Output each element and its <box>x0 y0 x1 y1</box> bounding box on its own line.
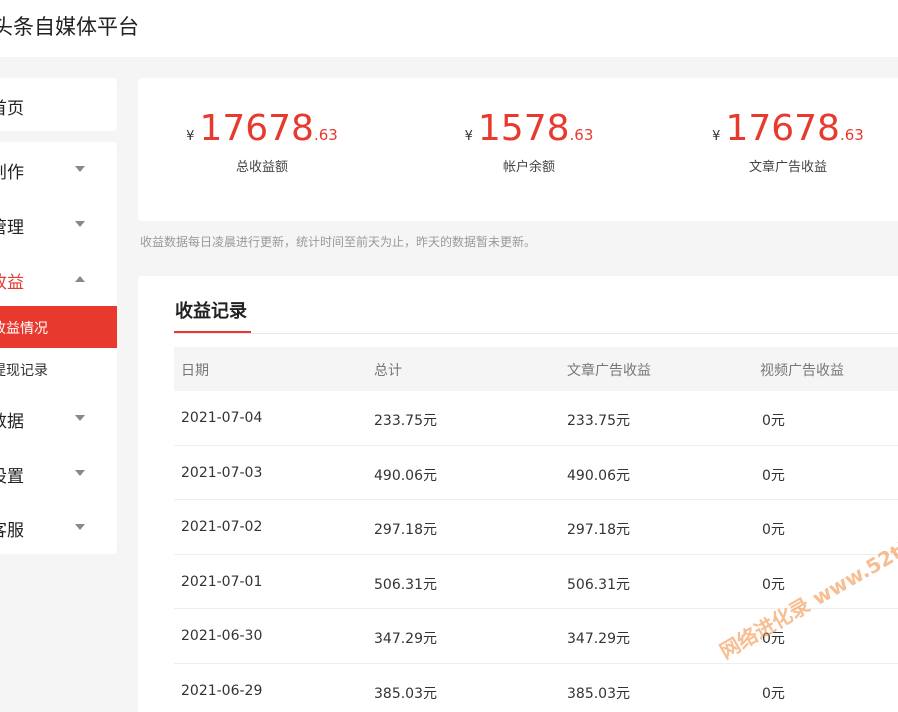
stat-label: 帐户余额 <box>502 160 555 175</box>
stat-amount-decimal: .63 <box>313 126 338 144</box>
earnings-records-card: 收益记录 日期 总计 文章广告收益 视频广告收益 2021-07-04 233.… <box>138 276 898 712</box>
cell-article-ad: 233.75元 <box>567 413 630 429</box>
currency-symbol: ¥ <box>464 129 473 144</box>
cell-article-ad: 385.03元 <box>567 685 630 702</box>
cell-date: 2021-07-03 <box>181 464 263 481</box>
sidebar-subitem-label: 提现记录 <box>0 363 48 379</box>
cell-date: 2021-06-30 <box>181 628 263 645</box>
stat-amount: ¥17678.63 <box>172 108 352 150</box>
cell-article-ad: 490.06元 <box>567 467 630 484</box>
sidebar-item-settings[interactable]: 设置 <box>0 446 117 500</box>
column-header-date: 日期 <box>181 363 209 379</box>
table-body: 2021-07-04 233.75元 233.75元 0元 2021-07-03… <box>174 391 898 712</box>
sidebar-subitem-withdrawals[interactable]: 提现记录 <box>0 348 117 390</box>
cell-total: 385.03元 <box>374 685 437 702</box>
cell-total: 506.31元 <box>374 576 437 593</box>
cell-total: 347.29元 <box>374 631 437 648</box>
stat-label: 文章广告收益 <box>748 160 827 175</box>
app-title: 头条自媒体平台 <box>0 15 139 39</box>
chevron-down-icon <box>75 524 85 530</box>
column-header-article-ad: 文章广告收益 <box>567 363 651 379</box>
sidebar-item-earnings[interactable]: 收益 <box>0 252 117 306</box>
sidebar-item-label: 数据 <box>0 412 24 432</box>
cell-article-ad: 347.29元 <box>567 631 630 648</box>
sidebar-subitem-label: 收益情况 <box>0 321 48 337</box>
chevron-down-icon <box>75 470 85 476</box>
sidebar-item-data[interactable]: 数据 <box>0 391 117 445</box>
sidebar-item-label: 设置 <box>0 467 24 487</box>
sidebar-item-manage[interactable]: 管理 <box>0 197 117 251</box>
column-header-total: 总计 <box>374 363 402 379</box>
cell-date: 2021-07-04 <box>181 410 263 426</box>
sidebar-item-home[interactable]: 首页 <box>0 78 117 131</box>
table-row: 2021-07-02 297.18元 297.18元 0元 <box>174 500 898 555</box>
chevron-down-icon <box>75 415 85 421</box>
title-underline <box>174 331 251 333</box>
table-row: 2021-07-04 233.75元 233.75元 0元 <box>174 391 898 446</box>
sidebar-item-label: 创作 <box>0 163 24 183</box>
chevron-down-icon <box>75 166 85 172</box>
earnings-summary-card: ¥17678.63 总收益额 ¥1578.63 帐户余额 ¥17678.63 文… <box>138 78 898 221</box>
stat-amount-decimal: .63 <box>569 126 594 144</box>
cell-video-ad: 0元 <box>762 522 785 539</box>
stat-label: 总收益额 <box>235 160 288 175</box>
cell-article-ad: 297.18元 <box>567 522 630 539</box>
update-notice: 收益数据每日凌晨进行更新，统计时间至前天为止，昨天的数据暂未更新。 <box>140 235 537 249</box>
top-bar: 头条自媒体平台 <box>0 0 898 57</box>
sidebar-item-create[interactable]: 创作 <box>0 142 117 196</box>
stat-total-earnings: ¥17678.63 总收益额 <box>172 108 352 175</box>
sidebar-nav: 创作 管理 收益 收益情况 提现记录 数据 设置 客服 <box>0 142 117 554</box>
cell-date: 2021-07-01 <box>181 573 263 590</box>
cell-total: 233.75元 <box>374 413 437 429</box>
sidebar-item-label: 客服 <box>0 521 24 541</box>
sidebar-item-home-label: 首页 <box>0 99 24 119</box>
currency-symbol: ¥ <box>186 129 195 144</box>
cell-article-ad: 506.31元 <box>567 576 630 593</box>
cell-video-ad: 0元 <box>762 576 785 593</box>
sidebar-item-label: 管理 <box>0 218 24 238</box>
table-row: 2021-06-29 385.03元 385.03元 0元 <box>174 664 898 712</box>
stat-amount-decimal: .63 <box>839 126 864 144</box>
table-row: 2021-07-03 490.06元 490.06元 0元 <box>174 446 898 501</box>
cell-total: 297.18元 <box>374 522 437 539</box>
stat-article-ad-earnings: ¥17678.63 文章广告收益 <box>698 108 878 175</box>
stat-amount-integer: 17678 <box>725 108 840 149</box>
stat-amount: ¥1578.63 <box>439 108 619 150</box>
sidebar-subitem-earnings-overview[interactable]: 收益情况 <box>0 306 117 348</box>
chevron-up-icon <box>75 276 85 282</box>
cell-date: 2021-06-29 <box>181 682 263 699</box>
chevron-down-icon <box>75 221 85 227</box>
sidebar-item-label: 收益 <box>0 273 24 293</box>
cell-total: 490.06元 <box>374 467 437 484</box>
records-title: 收益记录 <box>175 301 247 322</box>
sidebar-item-support[interactable]: 客服 <box>0 500 117 554</box>
stat-amount-integer: 17678 <box>199 108 314 149</box>
table-header: 日期 总计 文章广告收益 视频广告收益 <box>174 347 898 391</box>
currency-symbol: ¥ <box>712 129 721 144</box>
cell-video-ad: 0元 <box>762 467 785 484</box>
cell-video-ad: 0元 <box>762 413 785 429</box>
column-header-video-ad: 视频广告收益 <box>760 363 844 379</box>
cell-video-ad: 0元 <box>762 685 785 702</box>
cell-date: 2021-07-02 <box>181 519 263 536</box>
stat-amount-integer: 1578 <box>477 108 570 149</box>
divider <box>174 333 898 334</box>
stat-amount: ¥17678.63 <box>698 108 878 150</box>
stat-account-balance: ¥1578.63 帐户余额 <box>439 108 619 175</box>
